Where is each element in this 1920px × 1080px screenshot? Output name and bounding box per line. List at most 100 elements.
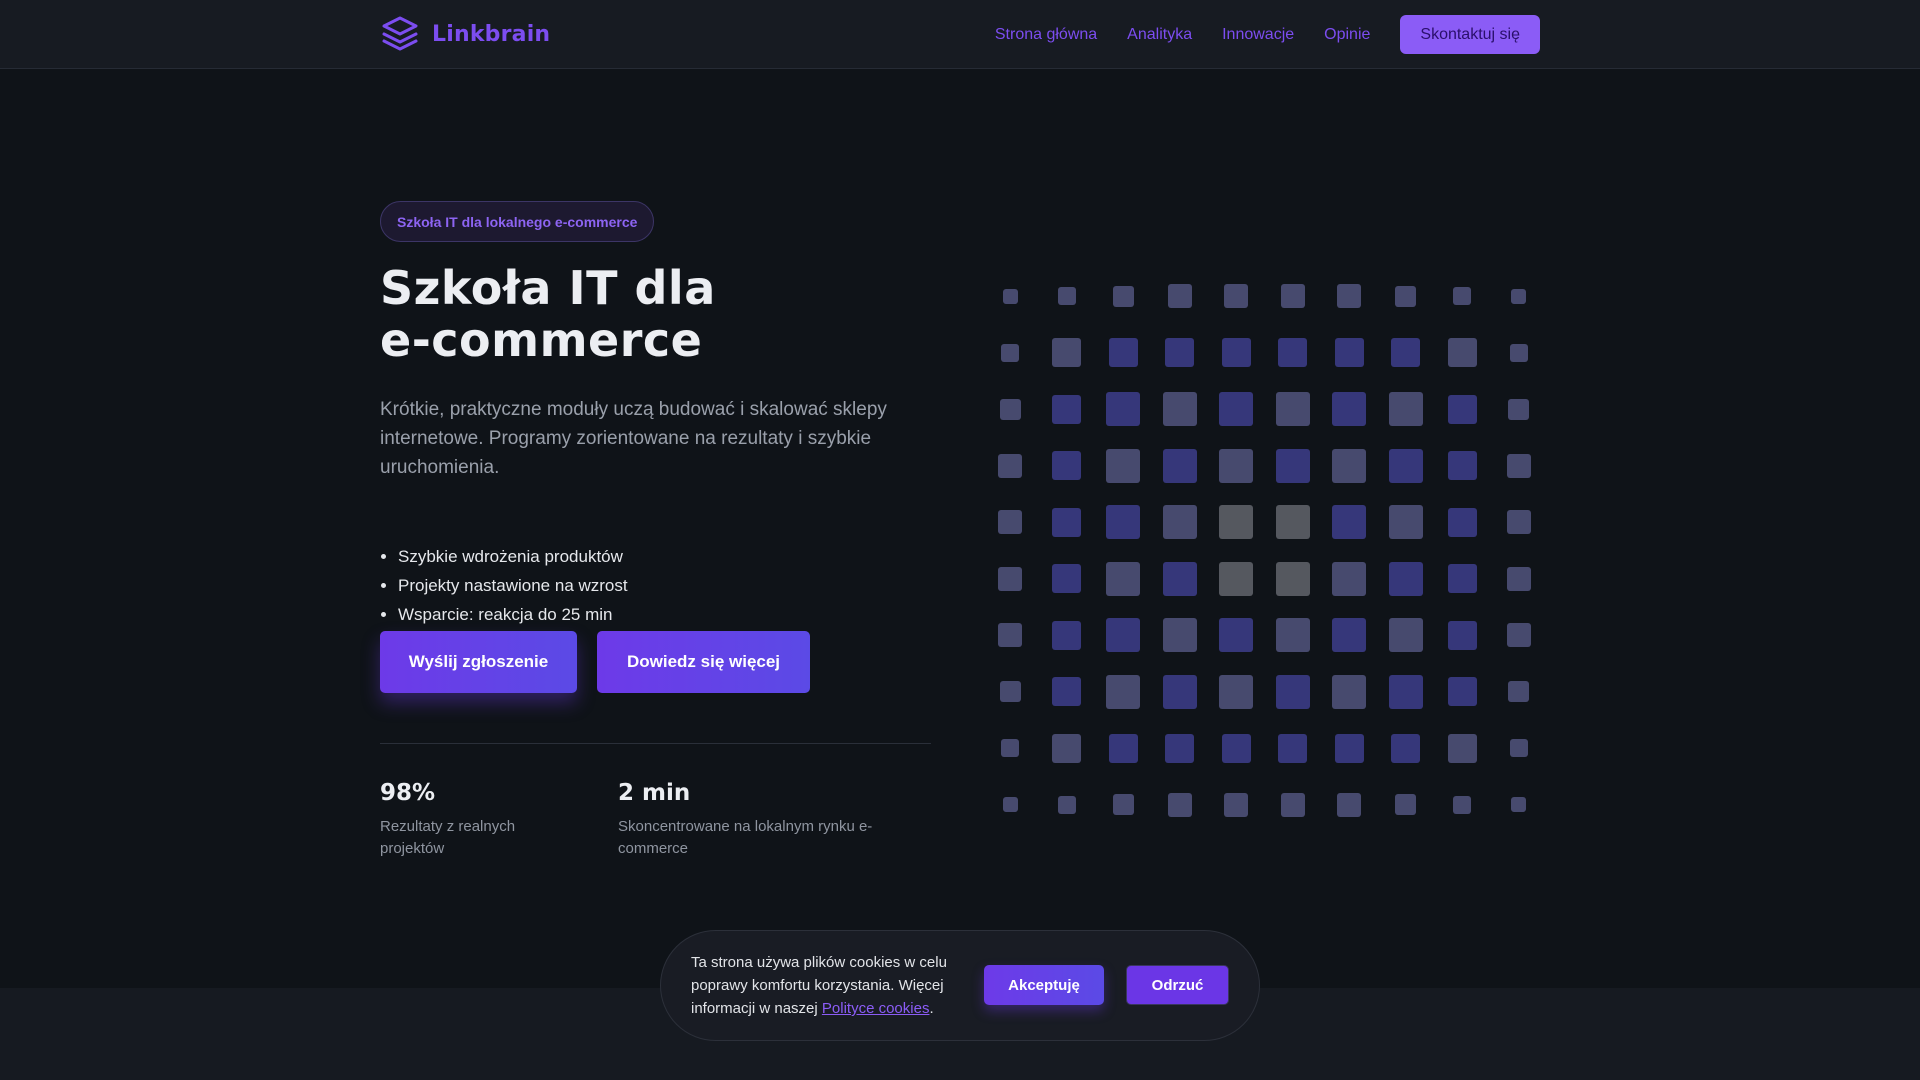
grid-tile	[1106, 674, 1140, 709]
grid-tile	[1447, 394, 1477, 424]
grid-tile	[1108, 733, 1138, 763]
hero-title: Szkoła IT dla e-commerce	[380, 262, 940, 366]
grid-tile	[1165, 338, 1194, 367]
cookie-reject-button[interactable]: Odrzuć	[1126, 965, 1229, 1005]
grid-tile	[1506, 566, 1531, 591]
grid-tile	[1447, 338, 1477, 367]
cookie-accept-button[interactable]: Akceptuję	[984, 965, 1104, 1005]
grid-tile	[1057, 795, 1076, 814]
hero-title-line-1: Szkoła IT dla	[380, 261, 716, 315]
grid-tile	[1511, 288, 1526, 304]
grid-tile	[1453, 795, 1471, 814]
grid-tile	[998, 510, 1022, 534]
grid-tile	[1167, 284, 1192, 308]
grid-tile	[1002, 797, 1018, 812]
grid-tile	[1447, 733, 1477, 763]
grid-tile	[1506, 510, 1531, 534]
grid-tile	[1106, 392, 1140, 426]
feature-item: Wsparcie: reakcja do 25 min	[398, 600, 628, 629]
grid-tile	[1388, 392, 1423, 426]
grid-tile	[1395, 285, 1416, 307]
grid-tile	[1052, 451, 1081, 480]
grid-tile	[1388, 618, 1423, 652]
grid-tile	[1332, 618, 1366, 652]
grid-tile	[1052, 338, 1081, 367]
feature-list: Szybkie wdrożenia produktów Projekty nas…	[398, 542, 628, 629]
grid-tile	[1052, 733, 1081, 763]
stat-value: 2 min	[618, 780, 691, 806]
grid-tile	[1224, 284, 1248, 308]
grid-tile	[1224, 792, 1248, 817]
grid-tile	[1221, 733, 1251, 763]
grid-tile	[1506, 453, 1531, 478]
grid-tile	[1106, 505, 1140, 539]
grid-tile	[1162, 618, 1197, 652]
grid-tile	[1332, 448, 1366, 483]
grid-tile	[1453, 287, 1471, 305]
stat-results: 98% Rezultaty z realnych projektów	[380, 776, 580, 860]
grid-tile	[1221, 338, 1251, 367]
cookie-policy-link[interactable]: Polityce cookies	[822, 1000, 930, 1017]
grid-tile	[1447, 507, 1477, 537]
grid-tile	[1388, 561, 1423, 596]
grid-tile	[1447, 677, 1477, 706]
nav-link-home[interactable]: Strona główna	[995, 26, 1097, 44]
layers-icon	[382, 16, 418, 51]
grid-tile	[1508, 398, 1529, 420]
main-nav: Strona główna Analityka Innowacje Opinie…	[995, 15, 1540, 54]
grid-tile	[1219, 618, 1253, 652]
feature-item: Projekty nastawione na wzrost	[398, 571, 628, 600]
grid-tile	[1001, 739, 1019, 757]
grid-tile	[1280, 284, 1305, 308]
grid-tile	[1219, 561, 1253, 596]
nav-link-analytics[interactable]: Analityka	[1127, 26, 1192, 44]
submit-application-button[interactable]: Wyślij zgłoszenie	[380, 631, 577, 693]
grid-tile	[1052, 507, 1081, 537]
contact-button[interactable]: Skontaktuj się	[1400, 15, 1540, 54]
site-header: Linkbrain Strona główna Analityka Innowa…	[0, 0, 1920, 69]
stat-response-time: 2 min Skoncentrowane na lokalnym rynku e…	[618, 776, 878, 860]
grid-tile	[1509, 343, 1528, 362]
grid-tile	[1106, 448, 1140, 483]
feature-item: Szybkie wdrożenia produktów	[398, 542, 628, 571]
brand-logo-link[interactable]: Linkbrain	[380, 14, 550, 54]
grid-tile	[1509, 739, 1528, 757]
grid-tile	[1511, 797, 1526, 812]
grid-tile	[1052, 620, 1081, 650]
grid-tile	[1388, 674, 1423, 709]
nav-link-innovations[interactable]: Innowacje	[1222, 26, 1294, 44]
grid-tile	[1275, 561, 1310, 596]
grid-tile	[1388, 448, 1423, 483]
grid-tile	[1508, 681, 1529, 702]
grid-tile	[1275, 392, 1310, 426]
grid-tile	[1052, 564, 1081, 593]
grid-tile	[1391, 338, 1420, 367]
cookie-text-end: .	[929, 1000, 934, 1017]
grid-tile	[1002, 288, 1018, 304]
grid-tile	[1337, 284, 1361, 308]
grid-tile	[999, 681, 1021, 702]
grid-tile	[1275, 674, 1310, 709]
stat-value: 98%	[380, 780, 436, 806]
grid-tile	[1275, 618, 1310, 652]
nav-link-reviews[interactable]: Opinie	[1324, 26, 1370, 44]
grid-tile	[1162, 561, 1197, 596]
grid-tile	[1112, 794, 1134, 815]
brand-name: Linkbrain	[432, 21, 551, 47]
hero-badge: Szkoła IT dla lokalnego e-commerce	[380, 201, 655, 242]
grid-tile	[1278, 338, 1307, 367]
grid-tile	[998, 623, 1022, 647]
grid-tile	[1337, 792, 1361, 817]
hero-description: Krótkie, praktyczne moduły uczą budować …	[380, 399, 887, 478]
grid-tile	[1447, 451, 1477, 480]
grid-tile	[1167, 792, 1192, 817]
grid-tile	[1219, 674, 1253, 709]
grid-tile	[1001, 343, 1019, 362]
stat-label: Rezultaty z realnych projektów	[380, 818, 516, 857]
grid-tile	[1162, 505, 1197, 539]
grid-tile	[1219, 392, 1253, 426]
grid-tile	[1112, 285, 1134, 307]
grid-tile	[1052, 394, 1081, 424]
grid-tile	[1162, 448, 1197, 483]
learn-more-button[interactable]: Dowiedz się więcej	[597, 631, 810, 693]
